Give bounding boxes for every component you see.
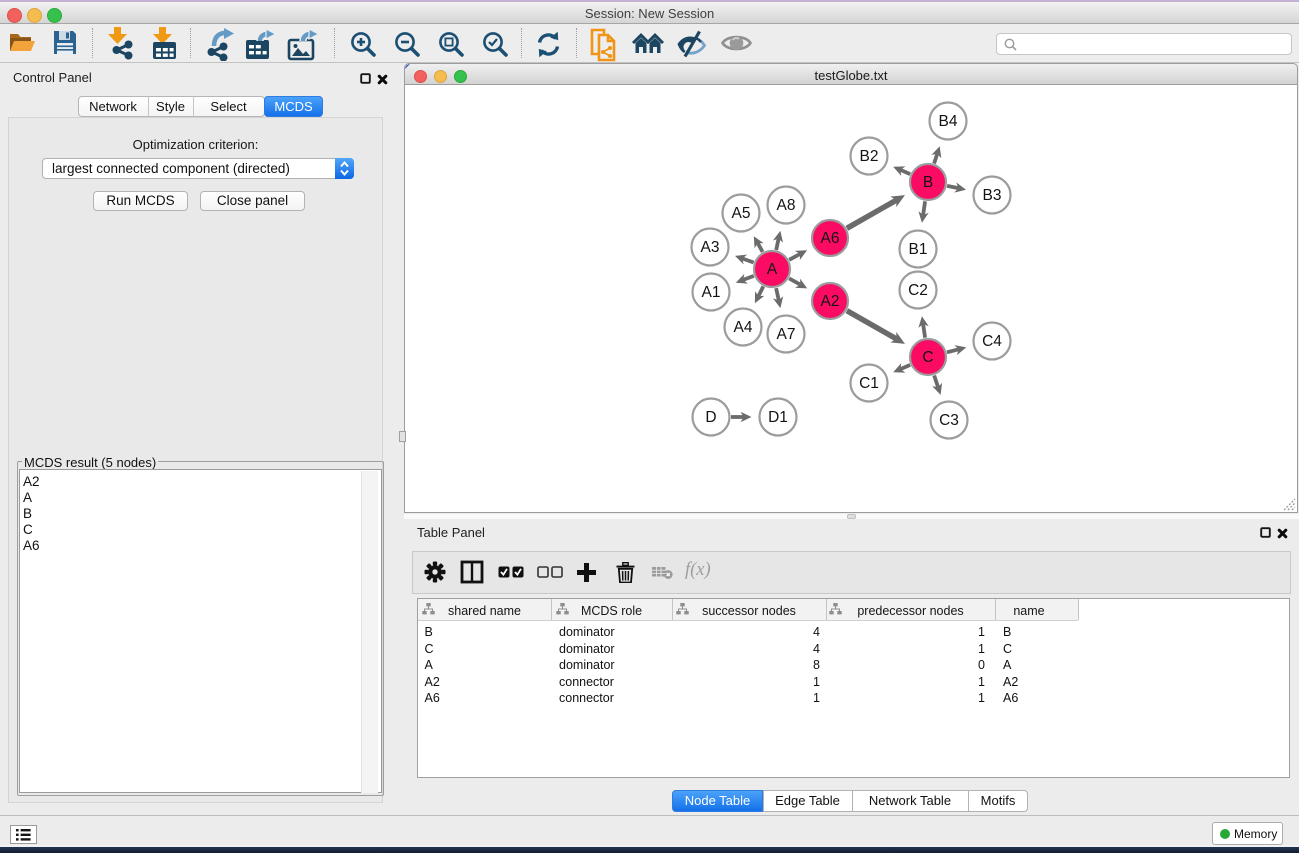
svg-text:C1: C1 — [859, 375, 879, 392]
svg-text:A4: A4 — [734, 319, 753, 336]
svg-text:A8: A8 — [777, 197, 796, 214]
svg-text:B: B — [923, 174, 933, 191]
svg-text:C2: C2 — [908, 282, 928, 299]
svg-text:C4: C4 — [982, 333, 1002, 350]
svg-text:A: A — [767, 261, 778, 278]
svg-text:B1: B1 — [909, 241, 928, 258]
svg-text:A1: A1 — [702, 284, 721, 301]
svg-text:D1: D1 — [768, 409, 788, 426]
svg-text:C3: C3 — [939, 412, 959, 429]
svg-text:D: D — [705, 409, 716, 426]
svg-text:A7: A7 — [777, 326, 796, 343]
svg-text:B4: B4 — [939, 113, 958, 130]
svg-text:A3: A3 — [701, 239, 720, 256]
svg-text:C: C — [922, 349, 933, 366]
svg-text:A5: A5 — [732, 205, 751, 222]
svg-text:A2: A2 — [821, 293, 840, 310]
svg-text:A6: A6 — [821, 230, 840, 247]
svg-text:B3: B3 — [983, 187, 1002, 204]
svg-text:B2: B2 — [860, 148, 879, 165]
